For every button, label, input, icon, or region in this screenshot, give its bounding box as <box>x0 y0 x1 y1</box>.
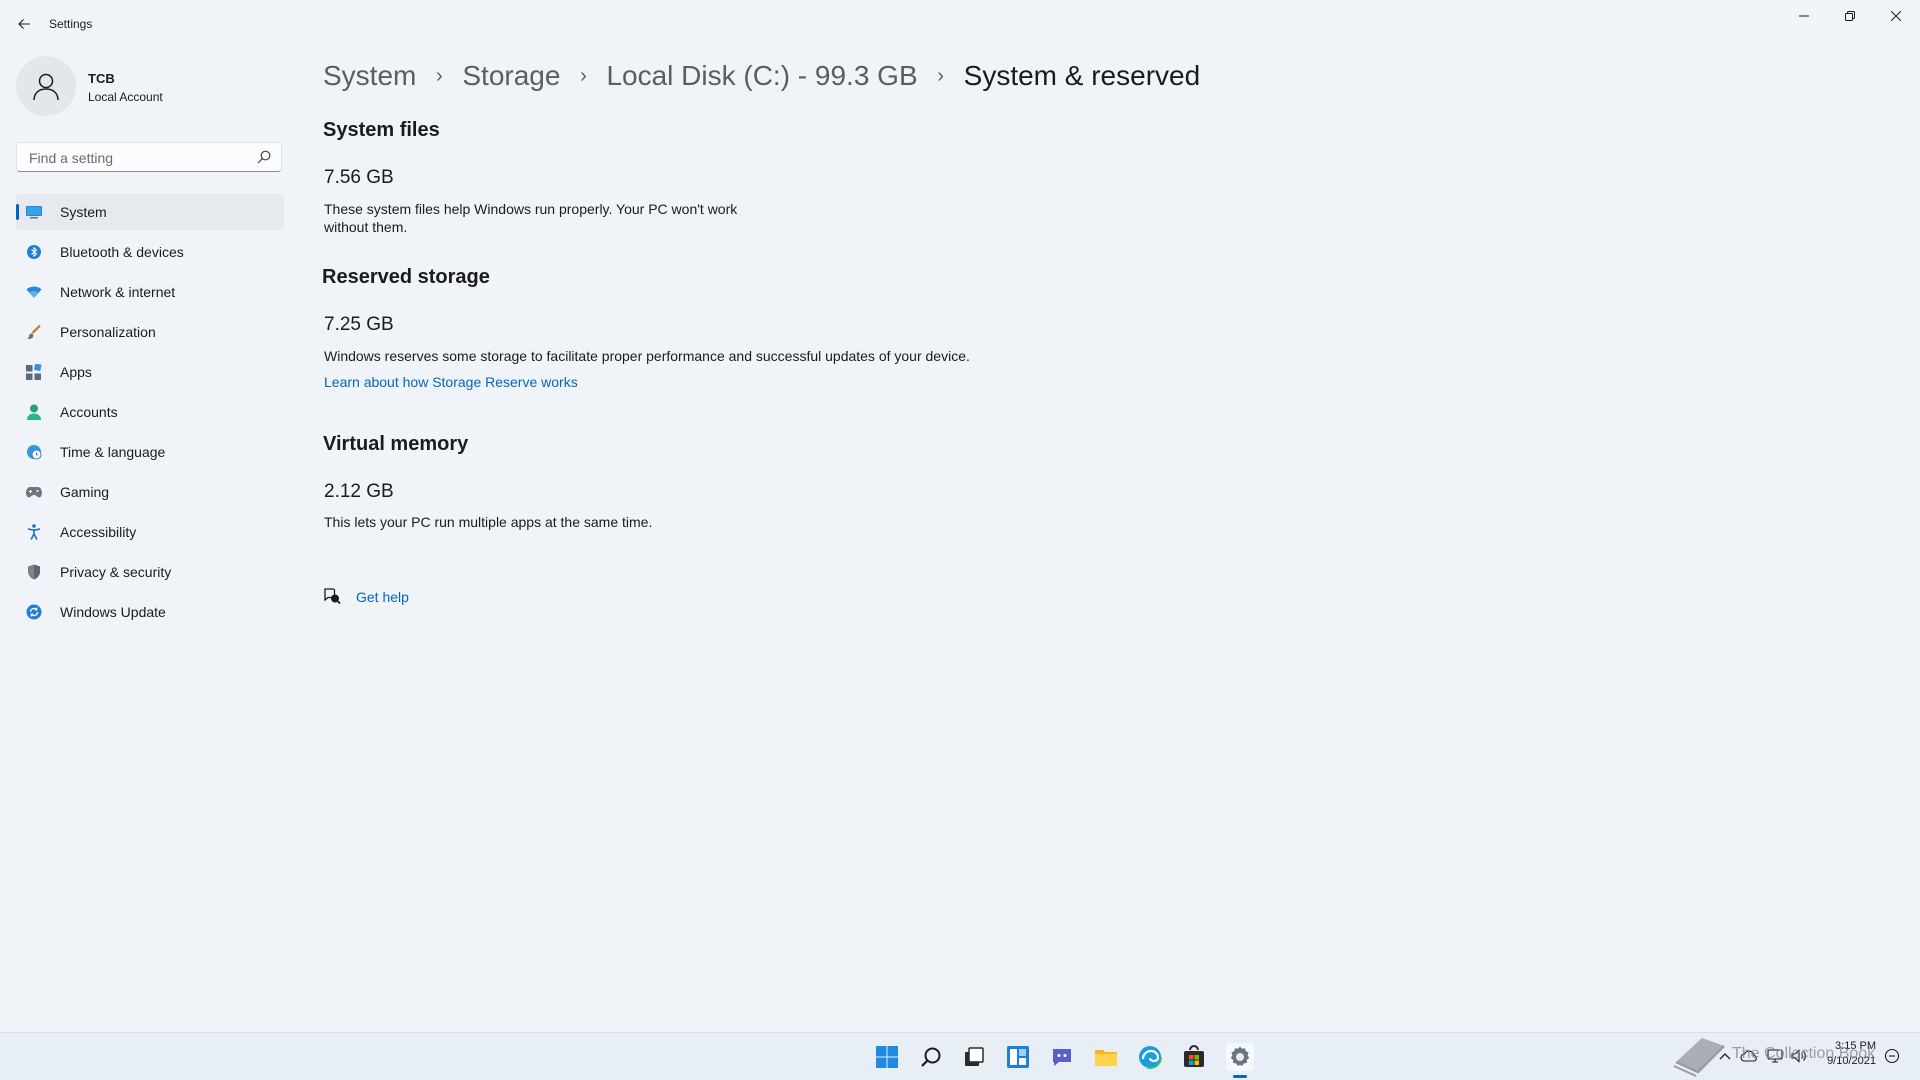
avatar <box>16 56 76 116</box>
store-icon[interactable] <box>1180 1043 1208 1071</box>
section-size: 2.12 GB <box>324 481 394 502</box>
section-title: System files <box>323 119 440 141</box>
edge-icon[interactable] <box>1136 1043 1164 1071</box>
sidebar-item-time-language[interactable]: Time & language <box>16 434 284 470</box>
person-icon <box>26 404 42 420</box>
section-size: 7.25 GB <box>324 314 394 335</box>
sidebar-item-label: Network & internet <box>60 284 176 300</box>
storage-reserve-link[interactable]: Learn about how Storage Reserve works <box>324 374 578 390</box>
section-description: These system files help Windows run prop… <box>324 201 738 235</box>
restore-icon <box>1845 11 1855 21</box>
sidebar-item-accessibility[interactable]: Accessibility <box>16 514 284 550</box>
close-icon <box>1891 11 1901 21</box>
minimize-button[interactable] <box>1781 0 1827 32</box>
breadcrumb-separator: › <box>436 64 443 87</box>
sidebar-item-accounts[interactable]: Accounts <box>16 394 284 430</box>
chat-icon[interactable] <box>1048 1043 1076 1071</box>
section-size: 7.56 GB <box>324 167 394 188</box>
taskbar: 3:15 PM 9/10/2021 <box>0 1032 1920 1080</box>
arrow-left-icon <box>18 19 30 29</box>
title-bar: Settings <box>0 0 1920 48</box>
sidebar-item-privacy[interactable]: Privacy & security <box>16 554 284 590</box>
globe-clock-icon <box>26 444 42 460</box>
shield-icon <box>26 564 42 580</box>
sidebar-nav: System Bluetooth & devices Network & int… <box>16 194 284 634</box>
settings-icon[interactable] <box>1226 1043 1254 1071</box>
search-icon[interactable] <box>257 150 271 164</box>
sidebar-item-bluetooth[interactable]: Bluetooth & devices <box>16 234 284 270</box>
window-title: Settings <box>49 17 93 31</box>
sidebar-item-apps[interactable]: Apps <box>16 354 284 390</box>
bluetooth-icon <box>26 244 42 260</box>
search-box[interactable] <box>16 142 282 173</box>
sidebar-item-personalization[interactable]: Personalization <box>16 314 284 350</box>
section-title: Reserved storage <box>322 266 490 288</box>
sidebar-item-windows-update[interactable]: Windows Update <box>16 594 284 630</box>
accessibility-icon <box>26 524 42 540</box>
sidebar-item-label: Privacy & security <box>60 564 172 580</box>
person-icon <box>33 73 59 101</box>
section-description: Windows reserves some storage to facilit… <box>324 348 970 364</box>
apps-icon <box>26 364 42 380</box>
sidebar-item-label: Gaming <box>60 484 110 500</box>
profile-account-type: Local Account <box>88 90 163 104</box>
sidebar-item-network[interactable]: Network & internet <box>16 274 284 310</box>
section-title: Virtual memory <box>323 433 469 455</box>
search-icon[interactable] <box>917 1043 945 1071</box>
sidebar-item-label: Bluetooth & devices <box>60 244 184 260</box>
page-title: System & reserved <box>963 60 1201 91</box>
sidebar-item-system[interactable]: System <box>16 194 284 230</box>
sidebar-item-label: Accessibility <box>60 524 137 540</box>
sidebar-item-label: System <box>60 204 107 220</box>
minimize-icon <box>1799 15 1809 17</box>
windows-start-icon[interactable] <box>873 1043 901 1071</box>
sidebar-item-label: Time & language <box>60 444 166 460</box>
wifi-icon <box>26 284 42 300</box>
sidebar-item-label: Accounts <box>60 404 118 420</box>
book-watermark-icon <box>1673 1038 1725 1077</box>
restore-button[interactable] <box>1827 0 1873 32</box>
breadcrumb-storage[interactable]: Storage <box>462 60 560 92</box>
sidebar-item-label: Apps <box>60 364 92 380</box>
sidebar-item-label: Personalization <box>60 324 156 340</box>
watermark-text: The Collection Book <box>1732 1045 1876 1062</box>
close-button[interactable] <box>1873 0 1919 32</box>
breadcrumb-separator: › <box>937 64 944 87</box>
search-input[interactable] <box>27 143 251 173</box>
notifications-icon[interactable] <box>1883 1047 1901 1065</box>
sidebar-item-gaming[interactable]: Gaming <box>16 474 284 510</box>
update-icon <box>26 604 42 620</box>
help-chat-icon <box>324 588 341 605</box>
brush-icon <box>26 324 42 340</box>
widgets-icon[interactable] <box>1004 1043 1032 1071</box>
back-button[interactable] <box>12 12 36 36</box>
file-explorer-icon[interactable] <box>1092 1043 1120 1071</box>
breadcrumb-system[interactable]: System <box>323 60 416 92</box>
sidebar-item-label: Windows Update <box>60 604 166 620</box>
profile-name: TCB <box>88 71 115 86</box>
breadcrumb: System › Storage › Local Disk (C:) - 99.… <box>323 56 1200 96</box>
breadcrumb-local-disk[interactable]: Local Disk (C:) - 99.3 GB <box>606 60 917 92</box>
gamepad-icon <box>26 484 42 500</box>
get-help-link[interactable]: Get help <box>356 589 409 605</box>
breadcrumb-separator: › <box>580 64 587 87</box>
section-description: This lets your PC run multiple apps at t… <box>324 514 653 530</box>
task-view-icon[interactable] <box>960 1043 988 1071</box>
active-app-indicator <box>1233 1075 1247 1078</box>
monitor-icon <box>26 204 42 220</box>
